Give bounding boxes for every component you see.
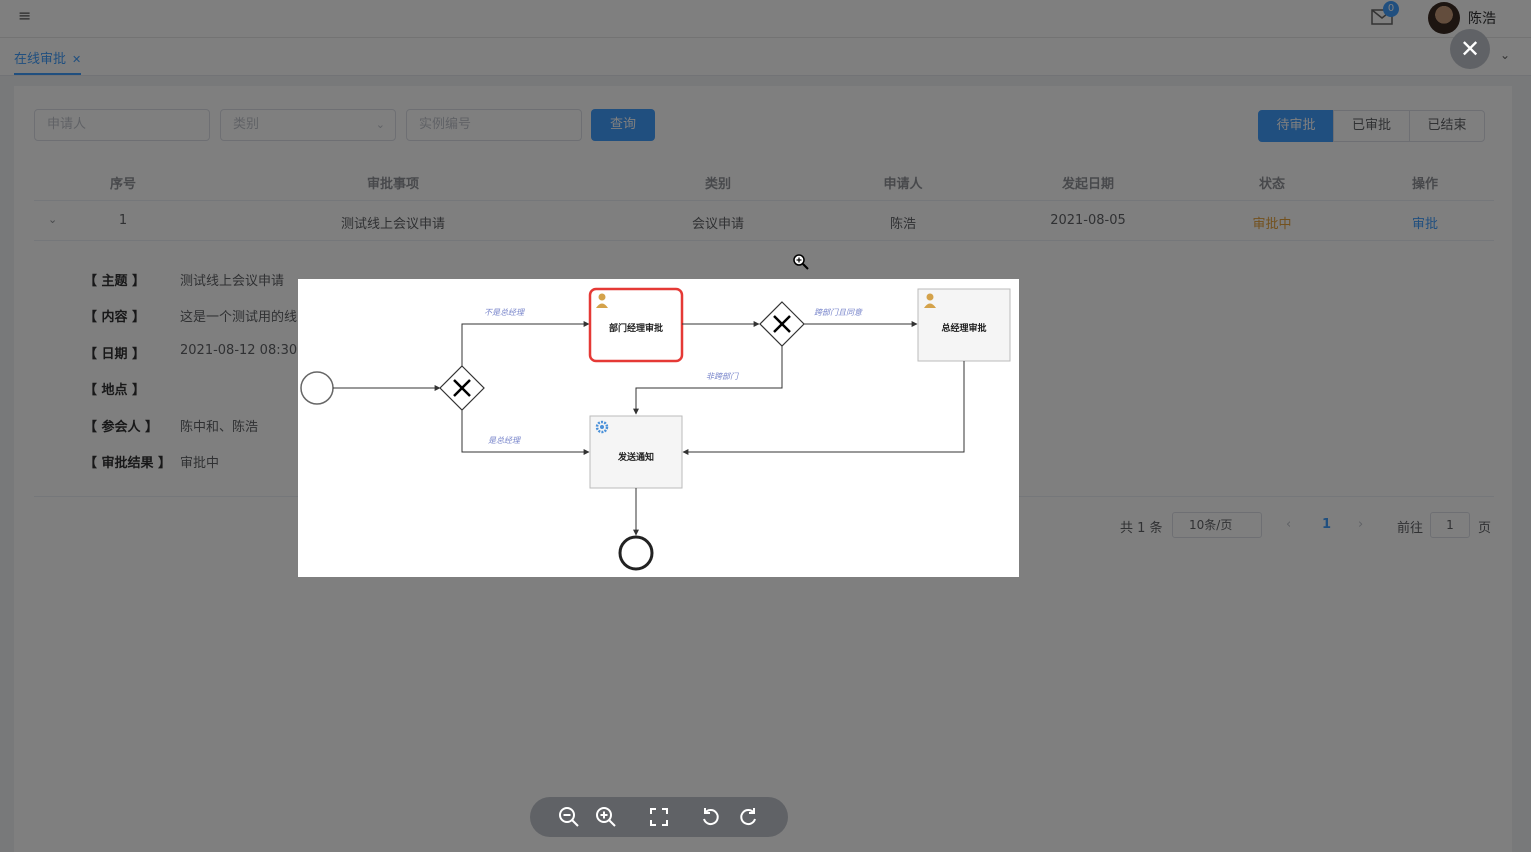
flow-label-non-cross-dept: 非跨部门 (706, 372, 739, 381)
zoom-in-icon[interactable] (594, 805, 618, 829)
viewer-toolbar (530, 797, 788, 837)
end-event (618, 535, 654, 571)
rotate-right-icon[interactable] (736, 805, 760, 829)
task-dept-manager-label: 部门经理审批 (609, 322, 663, 334)
close-icon[interactable]: ✕ (1450, 29, 1490, 69)
flow-label-is-gm: 是总经理 (488, 436, 521, 445)
flow-label-not-gm: 不是总经理 (484, 308, 525, 317)
flow-label-cross-dept-agree: 跨部门且同意 (814, 308, 863, 317)
start-event (300, 371, 334, 405)
process-diagram-image[interactable]: 不是总经理 是总经理 部门经理审批 跨部门且同意 非跨部门 总经理审批 发送通知 (298, 279, 1019, 577)
rotate-left-icon[interactable] (699, 805, 723, 829)
zoom-out-icon[interactable] (557, 805, 581, 829)
exclusive-gateway-1 (439, 365, 485, 411)
exclusive-gateway-2 (759, 301, 805, 347)
zoom-cursor-icon (793, 254, 809, 270)
process-diagram: 不是总经理 是总经理 部门经理审批 跨部门且同意 非跨部门 总经理审批 发送通知 (300, 287, 1011, 571)
fit-screen-icon[interactable] (647, 805, 671, 829)
task-general-manager-label: 总经理审批 (941, 322, 986, 334)
task-send-notice-label: 发送通知 (617, 451, 654, 463)
